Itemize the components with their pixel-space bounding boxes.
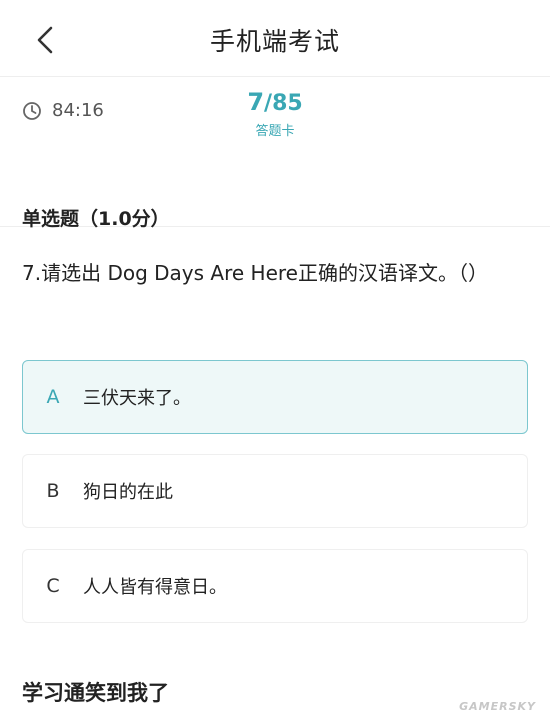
question-text: 7.请选出 Dog Days Are Here正确的汉语译文。（） — [22, 261, 488, 285]
page-title: 手机端考试 — [209, 27, 340, 56]
option-c[interactable]: C 人人皆有得意日。 — [22, 549, 528, 623]
option-letter: A — [46, 386, 60, 408]
current-question-number: 7 — [247, 88, 265, 116]
progress-count: 7/85 — [0, 88, 550, 116]
exam-status-bar: 84:16 7/85 答题卡 — [0, 78, 550, 227]
question-type-label: 单选题（1.0分） — [22, 208, 170, 230]
option-letter: C — [46, 575, 60, 597]
progress-separator: / — [264, 91, 273, 116]
option-b[interactable]: B 狗日的在此 — [22, 454, 528, 528]
option-text: 三伏天来了。 — [83, 388, 191, 409]
caption-text: 学习通笑到我了 — [22, 681, 169, 705]
option-text: 狗日的在此 — [83, 482, 173, 503]
total-question-count: 85 — [272, 91, 303, 116]
top-nav-bar: 手机端考试 — [0, 0, 550, 78]
question-progress: 7/85 答题卡 — [0, 88, 550, 139]
answer-card-link[interactable]: 答题卡 — [0, 120, 550, 139]
option-letter: B — [46, 480, 60, 502]
watermark: GAMERSKY — [459, 700, 536, 713]
option-a[interactable]: A 三伏天来了。 — [22, 360, 528, 434]
nav-divider — [0, 76, 550, 77]
option-text: 人人皆有得意日。 — [83, 577, 227, 598]
